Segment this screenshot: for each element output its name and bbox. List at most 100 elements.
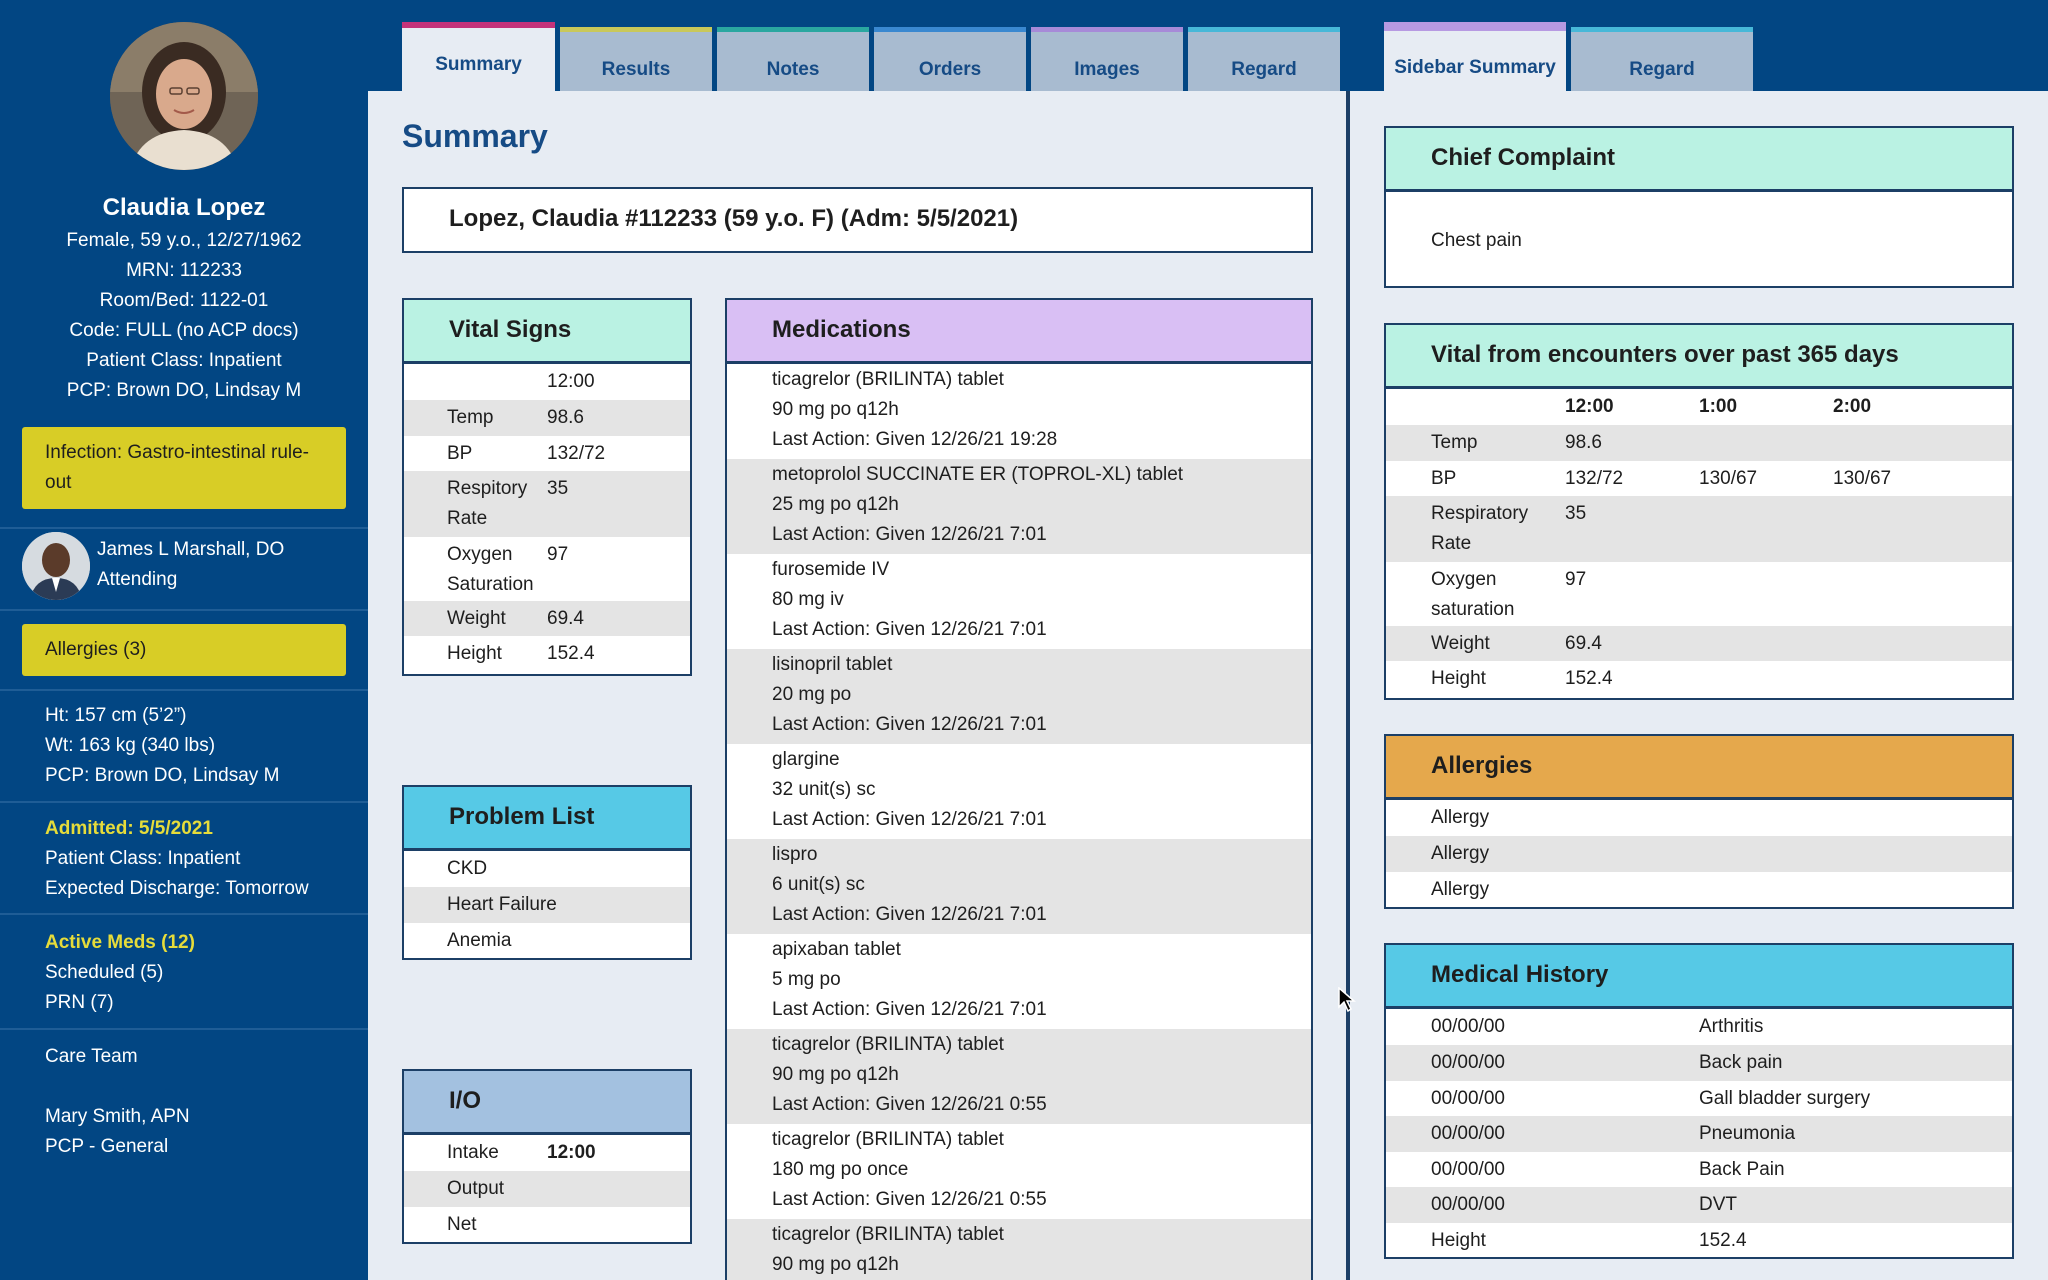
med-name: apixaban tablet (772, 939, 901, 960)
vital-label: Oxygen Saturation (447, 544, 534, 595)
vital-value: 152.4 (547, 643, 595, 664)
medication-item[interactable]: lispro 6 unit(s) sc Last Action: Given 1… (727, 839, 1311, 934)
encounter-label: Respiratory Rate (1431, 503, 1529, 554)
med-last-action: Last Action: Given 12/26/21 7:01 (772, 619, 1047, 640)
encounter-vitals-title: Vital from encounters over past 365 days (1386, 325, 2012, 389)
scheduled-meds-link[interactable]: Scheduled (5) (45, 958, 195, 988)
patient-name: Claudia Lopez (102, 194, 266, 221)
med-dose: 90 mg po q12h (772, 399, 899, 420)
encounter-value: 35 (1565, 503, 1587, 524)
vitals-row: Height 152.4 (404, 636, 690, 671)
medication-item[interactable]: glargine 32 unit(s) sc Last Action: Give… (727, 744, 1311, 839)
problem-item: Heart Failure (447, 894, 557, 915)
prn-meds-link[interactable]: PRN (7) (45, 988, 195, 1018)
tab-results[interactable]: Results (560, 27, 712, 91)
tab-summary[interactable]: Summary (402, 22, 555, 91)
care-team-members: Mary Smith, APN PCP - General (45, 1102, 190, 1162)
allergies-button[interactable]: Allergies (3) (22, 624, 346, 676)
patient-mrn: MRN: 112233 (126, 260, 242, 281)
med-dose: 25 mg po q12h (772, 494, 899, 515)
history-date: 00/00/00 (1431, 1159, 1505, 1180)
med-name: glargine (772, 749, 840, 770)
encounter-row: Height 152.4 (1386, 661, 2012, 696)
care-team-section: Care Team (45, 1042, 138, 1072)
medical-history-title: Medical History (1386, 945, 2012, 1009)
care-team-label: Care Team (45, 1046, 138, 1067)
tab-notes[interactable]: Notes (717, 27, 869, 91)
encounter-row: BP 132/72 130/67 130/67 (1386, 461, 2012, 496)
med-name: lispro (772, 844, 818, 865)
patient-class: Patient Class: Inpatient (86, 350, 282, 371)
history-row: 00/00/00 DVT (1386, 1187, 2012, 1223)
history-date: 00/00/00 (1431, 1194, 1505, 1215)
patient-pcp: PCP: Brown DO, Lindsay M (66, 380, 302, 401)
chief-complaint-card: Chief Complaint Chest pain (1384, 126, 2014, 288)
problem-item: CKD (447, 858, 488, 879)
med-dose: 20 mg po (772, 684, 852, 705)
medication-item[interactable]: metoprolol SUCCINATE ER (TOPROL-XL) tabl… (727, 459, 1311, 554)
medical-history-card: Medical History 00/00/00 Arthritis 00/00… (1384, 943, 2014, 1259)
medication-item[interactable]: ticagrelor (BRILINTA) tablet 90 mg po q1… (727, 1219, 1311, 1280)
divider (0, 689, 368, 691)
history-item: Back Pain (1699, 1159, 1785, 1180)
vital-value: 35 (547, 478, 569, 499)
patient-sidebar: Claudia Lopez Female, 59 y.o., 12/27/196… (0, 0, 368, 1280)
medications-card: Medications ticagrelor (BRILINTA) tablet… (725, 298, 1313, 1280)
allergies-title: Allergies (1386, 736, 2012, 800)
problem-row: Anemia (404, 923, 690, 958)
history-item: Pneumonia (1699, 1123, 1796, 1144)
tab-sidebar-regard[interactable]: Regard (1571, 27, 1753, 91)
admission-info: Admitted: 5/5/2021 Patient Class: Inpati… (45, 814, 309, 904)
history-date: 00/00/00 (1431, 1123, 1505, 1144)
active-meds-section[interactable]: Active Meds (12) Scheduled (5) PRN (7) (45, 928, 195, 1018)
allergy-item: Allergy (1431, 843, 1490, 864)
care-team-member-role: PCP - General (45, 1136, 169, 1157)
encounter-time: 2:00 (1833, 396, 1872, 417)
encounter-times-row: 12:00 1:00 2:00 (1386, 389, 2012, 425)
med-name: ticagrelor (BRILINTA) tablet (772, 1224, 1004, 1245)
medication-item[interactable]: apixaban tablet 5 mg po Last Action: Giv… (727, 934, 1311, 1029)
care-team-member-name[interactable]: Mary Smith, APN (45, 1102, 190, 1132)
tab-sidebar-summary[interactable]: Sidebar Summary (1384, 22, 1566, 91)
io-card: I/O Intake 12:00 Output Net (402, 1069, 692, 1244)
med-last-action: Last Action: Given 12/26/21 0:55 (772, 1189, 1047, 1210)
vitals-row: BP 132/72 (404, 436, 690, 471)
history-row: Height 152.4 (1386, 1223, 2012, 1258)
io-row: Output (404, 1171, 690, 1207)
medication-item[interactable]: ticagrelor (BRILINTA) tablet 90 mg po q1… (727, 1029, 1311, 1124)
medication-item[interactable]: ticagrelor (BRILINTA) tablet 180 mg po o… (727, 1124, 1311, 1219)
medication-item[interactable]: lisinopril tablet 20 mg po Last Action: … (727, 649, 1311, 744)
encounter-label: Height (1431, 668, 1486, 689)
history-date: Height (1431, 1230, 1486, 1251)
allergy-item: Allergy (1431, 879, 1490, 900)
admitted-date: Admitted: 5/5/2021 (45, 818, 213, 839)
tab-regard[interactable]: Regard (1188, 27, 1340, 91)
divider (0, 1028, 368, 1030)
divider (0, 801, 368, 803)
history-item: Back pain (1699, 1052, 1783, 1073)
history-row: 00/00/00 Back Pain (1386, 1152, 2012, 1187)
vital-label: Temp (447, 407, 494, 428)
history-row: 00/00/00 Pneumonia (1386, 1116, 2012, 1152)
med-dose: 32 unit(s) sc (772, 779, 876, 800)
divider (0, 609, 368, 611)
attending-name: James L Marshall, DO (97, 539, 285, 560)
io-label: Intake (447, 1142, 499, 1163)
tab-orders[interactable]: Orders (874, 27, 1026, 91)
infection-alert[interactable]: Infection: Gastro-intestinal rule-out (22, 427, 346, 509)
io-label: Net (447, 1214, 477, 1235)
med-name: lisinopril tablet (772, 654, 893, 675)
patient-room-bed: Room/Bed: 1122-01 (99, 290, 269, 311)
medication-item[interactable]: ticagrelor (BRILINTA) tablet 90 mg po q1… (727, 364, 1311, 459)
med-last-action: Last Action: Given 12/26/21 7:01 (772, 809, 1047, 830)
history-date: 00/00/00 (1431, 1088, 1505, 1109)
patient-avatar (110, 22, 258, 170)
tab-images[interactable]: Images (1031, 27, 1183, 91)
mouse-pointer-icon (1338, 987, 1357, 1013)
attending-provider[interactable]: James L Marshall, DO Attending (22, 531, 352, 601)
body-measurements: Ht: 157 cm (5’2”) Wt: 163 kg (340 lbs) P… (45, 701, 279, 791)
active-meds-link[interactable]: Active Meds (12) (45, 928, 195, 958)
med-last-action: Last Action: Given 12/26/21 7:01 (772, 714, 1047, 735)
vitals-row: Weight 69.4 (404, 601, 690, 636)
medication-item[interactable]: furosemide IV 80 mg iv Last Action: Give… (727, 554, 1311, 649)
